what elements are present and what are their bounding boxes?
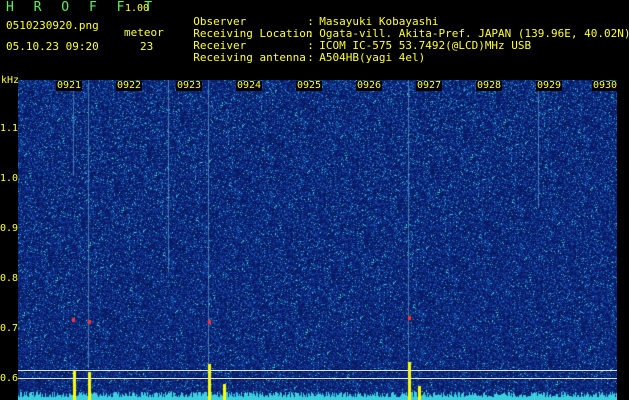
spectrogram-plot[interactable] bbox=[18, 80, 617, 400]
reference-line bbox=[18, 370, 617, 371]
x-tick-label: 0922 bbox=[116, 80, 143, 91]
app-version: 1.00 bbox=[125, 3, 150, 14]
y-tick-label: 0.9 bbox=[0, 223, 19, 234]
x-tick-label: 0924 bbox=[236, 80, 263, 91]
y-tick-label: 1.1 bbox=[0, 123, 19, 134]
meteor-count: 23 bbox=[140, 40, 154, 53]
y-axis-unit: kHz bbox=[1, 75, 20, 86]
x-tick-label: 0921 bbox=[56, 80, 83, 91]
info-value: A504HB(yagi 4el) bbox=[319, 51, 426, 64]
y-tick-label: 0.6 bbox=[0, 373, 19, 384]
spectrogram-canvas bbox=[18, 80, 617, 400]
reference-line bbox=[18, 378, 617, 379]
x-tick-label: 0925 bbox=[296, 80, 323, 91]
info-row-antenna: Receiving antenna: A504HB(yagi 4el) bbox=[193, 51, 426, 64]
meteor-label: meteor bbox=[124, 26, 164, 39]
info-label: Receiving antenna bbox=[193, 51, 306, 64]
x-tick-label: 0927 bbox=[416, 80, 443, 91]
y-tick-label: 1.0 bbox=[0, 173, 19, 184]
y-tick-label: 0.8 bbox=[0, 273, 19, 284]
datetime: 05.10.23 09:20 bbox=[6, 40, 99, 53]
x-tick-label: 0928 bbox=[476, 80, 503, 91]
x-tick-label: 0926 bbox=[356, 80, 383, 91]
x-tick-label: 0929 bbox=[536, 80, 563, 91]
x-tick-label: 0930 bbox=[592, 80, 619, 91]
filename: 0510230920.png bbox=[6, 19, 99, 32]
x-tick-label: 0923 bbox=[176, 80, 203, 91]
y-tick-label: 0.7 bbox=[0, 323, 19, 334]
